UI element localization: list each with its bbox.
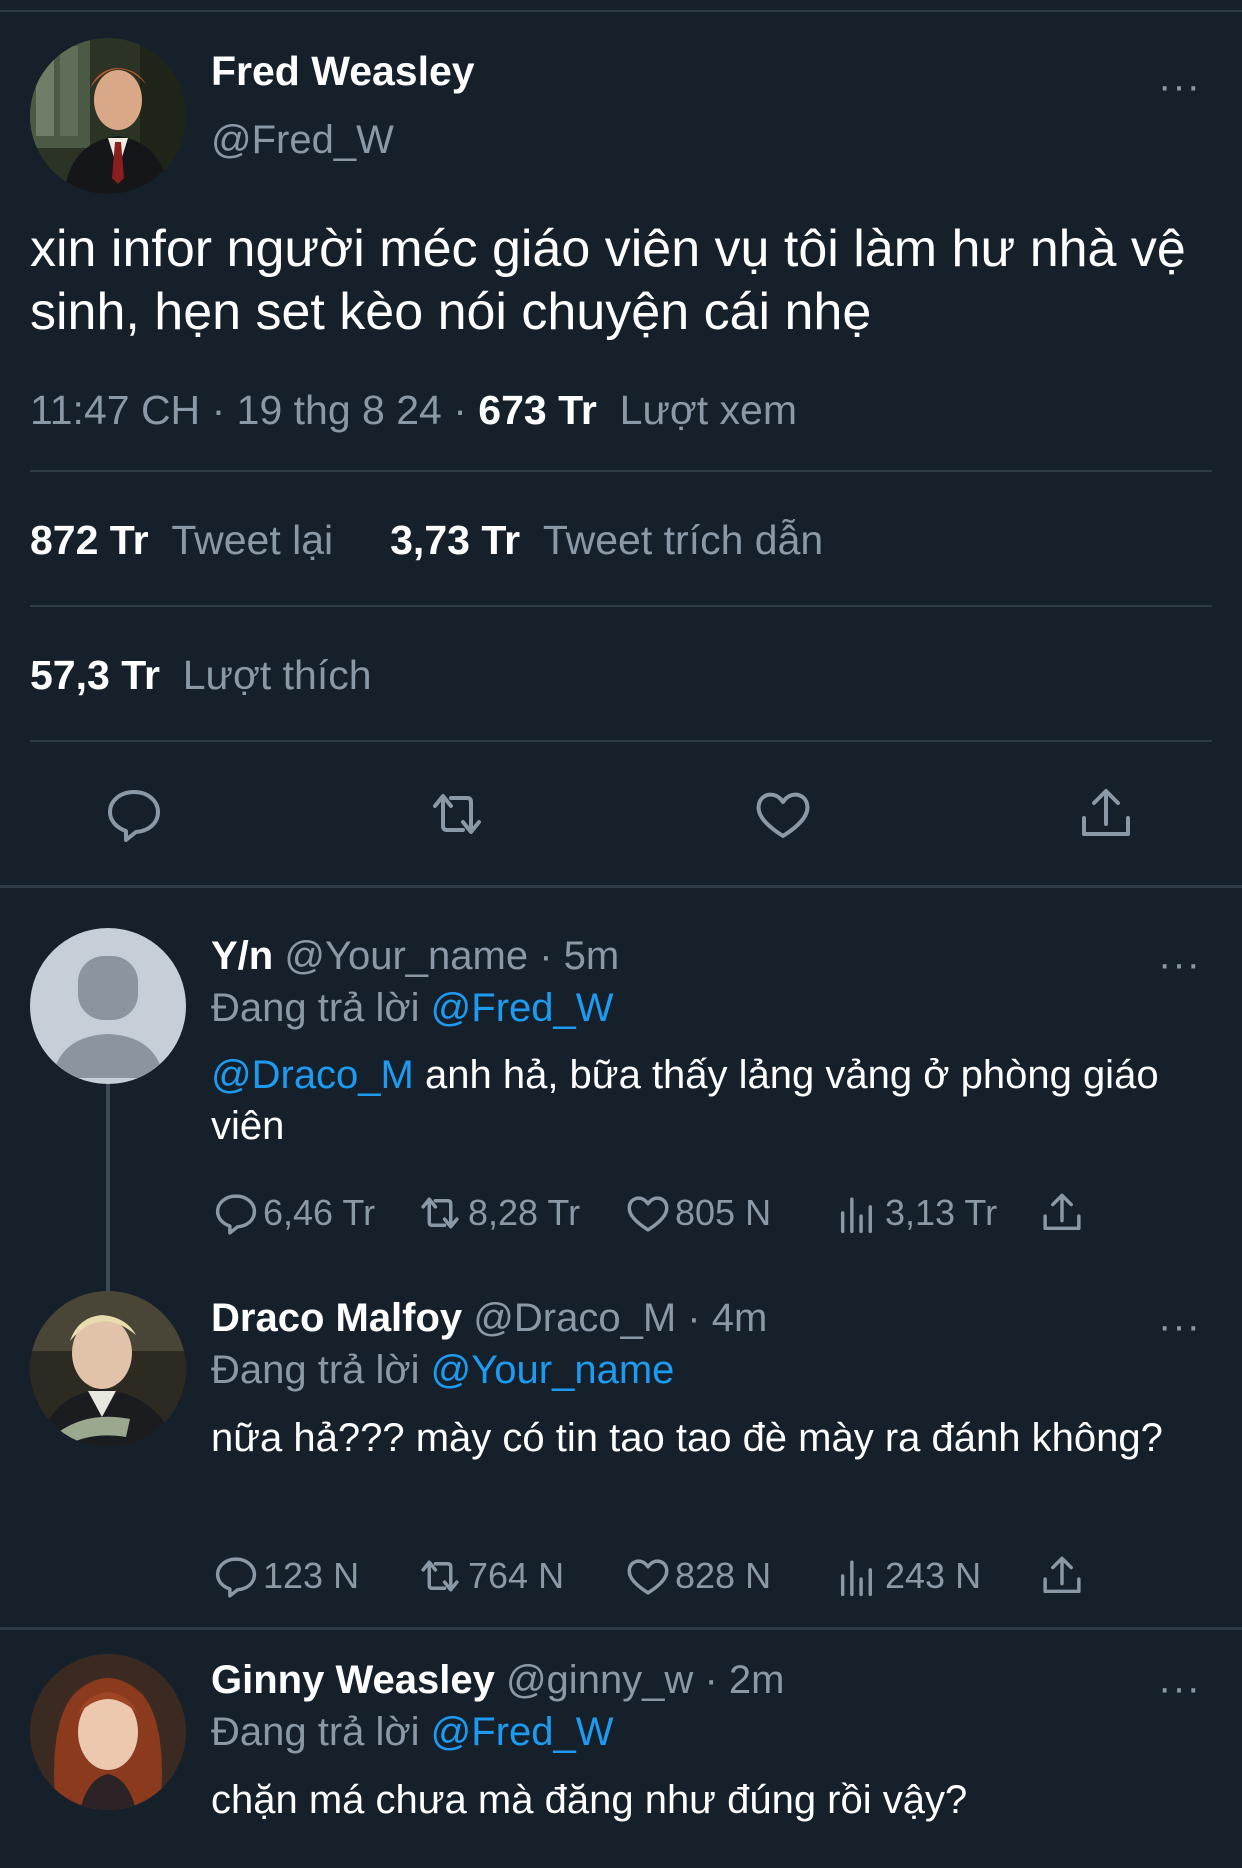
avatar-default[interactable] bbox=[30, 928, 186, 1084]
reply-action-bar: 6,46 Tr 8,28 Tr 805 N 3,13 Tr bbox=[211, 1190, 1091, 1240]
thread-connector bbox=[106, 1082, 110, 1294]
retweet-count-button[interactable]: 764 N bbox=[416, 1553, 564, 1599]
reply-icon bbox=[215, 1194, 257, 1235]
views-count: 673 Tr bbox=[478, 387, 597, 433]
reply-time: · 5m bbox=[539, 934, 620, 978]
quotes-count: 3,73 Tr bbox=[390, 517, 521, 563]
tweet-date: 19 thg 8 24 bbox=[236, 387, 442, 433]
like-icon[interactable] bbox=[753, 784, 813, 844]
likes-label: Lượt thích bbox=[182, 652, 372, 698]
author-handle[interactable]: @Fred_W bbox=[211, 118, 394, 163]
views-count-button[interactable]: 3,13 Tr bbox=[835, 1190, 997, 1236]
reply-header: Ginny Weasley @ginny_w · 2m bbox=[211, 1658, 784, 1703]
views-count-button[interactable]: 243 N bbox=[835, 1553, 981, 1599]
likes-stat[interactable]: 57,3 Tr Lượt thích bbox=[30, 652, 372, 699]
meta-separator: · bbox=[211, 387, 226, 433]
views-label: Lượt xem bbox=[619, 387, 798, 433]
text-mention[interactable]: @Draco_M bbox=[211, 1053, 414, 1097]
reply-icon[interactable] bbox=[104, 784, 164, 844]
reply-text: @Draco_M anh hả, bữa thấy lảng vảng ở ph… bbox=[211, 1050, 1211, 1152]
reply-author-handle[interactable]: @Draco_M bbox=[473, 1296, 676, 1340]
replying-to: Đang trả lời @Fred_W bbox=[211, 986, 614, 1031]
reply-count-button[interactable]: 6,46 Tr bbox=[213, 1190, 375, 1236]
like-count-button[interactable]: 828 N bbox=[625, 1553, 771, 1599]
replying-label: Đang trả lời bbox=[211, 1348, 420, 1392]
reply-header: Draco Malfoy @Draco_M · 4m bbox=[211, 1296, 767, 1341]
reply-time: · 4m bbox=[687, 1296, 768, 1340]
tweet-detail-page: Fred Weasley @Fred_W ··· xin infor người… bbox=[0, 0, 1242, 1868]
author-name[interactable]: Fred Weasley bbox=[211, 48, 475, 95]
reply-time: · 2m bbox=[704, 1658, 785, 1702]
reply-author-handle[interactable]: @Your_name bbox=[284, 934, 528, 978]
top-divider bbox=[0, 10, 1242, 12]
replying-mention[interactable]: @Fred_W bbox=[431, 986, 614, 1030]
retweets-count: 872 Tr bbox=[30, 517, 149, 563]
more-options-icon[interactable]: ··· bbox=[1158, 944, 1201, 984]
replying-mention[interactable]: @Your_name bbox=[431, 1348, 675, 1392]
reply-header: Y/n @Your_name · 5m bbox=[211, 934, 619, 979]
retweet-icon bbox=[421, 1560, 459, 1592]
retweet-quote-stats: 872 Tr Tweet lại 3,73 Tr Tweet trích dẫn bbox=[30, 517, 823, 564]
retweets-label: Tweet lại bbox=[171, 517, 334, 563]
views-icon bbox=[840, 1560, 872, 1597]
replying-to: Đang trả lời @Fred_W bbox=[211, 1710, 614, 1755]
meta-separator: · bbox=[453, 387, 467, 433]
reply-text: chặn má chưa mà đăng như đúng rồi vậy? bbox=[211, 1778, 968, 1822]
retweet-icon bbox=[421, 1197, 459, 1229]
section-divider bbox=[0, 885, 1242, 888]
retweet-icon[interactable] bbox=[427, 784, 487, 844]
section-divider bbox=[0, 1627, 1242, 1630]
more-options-icon[interactable]: ··· bbox=[1158, 1668, 1201, 1708]
likes-count: 57,3 Tr bbox=[30, 652, 160, 698]
tweet-text: xin infor người méc giáo viên vụ tôi làm… bbox=[30, 220, 1186, 341]
more-options-icon[interactable]: ··· bbox=[1158, 1306, 1201, 1346]
divider bbox=[30, 605, 1212, 607]
replying-label: Đang trả lời bbox=[211, 1710, 420, 1754]
quotes-label: Tweet trích dẫn bbox=[542, 517, 824, 563]
reply-author-handle[interactable]: @ginny_w bbox=[506, 1658, 693, 1702]
reply-author-name[interactable]: Draco Malfoy bbox=[211, 1296, 462, 1340]
views-count: 3,13 Tr bbox=[885, 1192, 998, 1233]
retweet-count: 8,28 Tr bbox=[468, 1192, 581, 1233]
share-icon[interactable] bbox=[1039, 1553, 1085, 1599]
reply-author-name[interactable]: Ginny Weasley bbox=[211, 1658, 495, 1702]
reply-count: 6,46 Tr bbox=[263, 1192, 376, 1233]
replying-to: Đang trả lời @Your_name bbox=[211, 1348, 674, 1393]
like-count: 805 N bbox=[675, 1192, 772, 1233]
views-count: 243 N bbox=[885, 1555, 982, 1596]
avatar-fred-weasley[interactable] bbox=[30, 38, 186, 194]
tweet-time: 11:47 CH bbox=[30, 387, 201, 433]
tweet-meta: 11:47 CH · 19 thg 8 24 · 673 Tr Lượt xem bbox=[30, 387, 797, 434]
more-options-icon[interactable]: ··· bbox=[1158, 66, 1201, 106]
reply-text: nữa hả??? mày có tin tao tao đè mày ra đ… bbox=[211, 1416, 1163, 1460]
retweet-count: 764 N bbox=[468, 1555, 565, 1596]
retweets-stat[interactable]: 872 Tr Tweet lại bbox=[30, 517, 333, 563]
avatar-ginny-weasley[interactable] bbox=[30, 1654, 186, 1810]
like-icon bbox=[627, 1196, 669, 1232]
share-icon[interactable] bbox=[1076, 784, 1136, 844]
like-count-button[interactable]: 805 N bbox=[625, 1190, 771, 1236]
reply-icon bbox=[215, 1557, 257, 1598]
divider bbox=[30, 470, 1212, 472]
quotes-stat[interactable]: 3,73 Tr Tweet trích dẫn bbox=[390, 517, 823, 563]
replying-mention[interactable]: @Fred_W bbox=[431, 1710, 614, 1754]
reply-count: 123 N bbox=[263, 1555, 360, 1596]
like-icon bbox=[627, 1559, 669, 1595]
like-count: 828 N bbox=[675, 1555, 772, 1596]
reply-action-bar: 123 N 764 N 828 N 243 N bbox=[211, 1553, 1091, 1603]
retweet-count-button[interactable]: 8,28 Tr bbox=[416, 1190, 580, 1236]
reply-author-name[interactable]: Y/n bbox=[211, 934, 273, 978]
divider bbox=[30, 740, 1212, 742]
reply-count-button[interactable]: 123 N bbox=[213, 1553, 359, 1599]
replying-label: Đang trả lời bbox=[211, 986, 420, 1030]
share-icon[interactable] bbox=[1039, 1190, 1085, 1236]
views-icon bbox=[840, 1197, 872, 1234]
avatar-draco-malfoy[interactable] bbox=[30, 1291, 186, 1447]
